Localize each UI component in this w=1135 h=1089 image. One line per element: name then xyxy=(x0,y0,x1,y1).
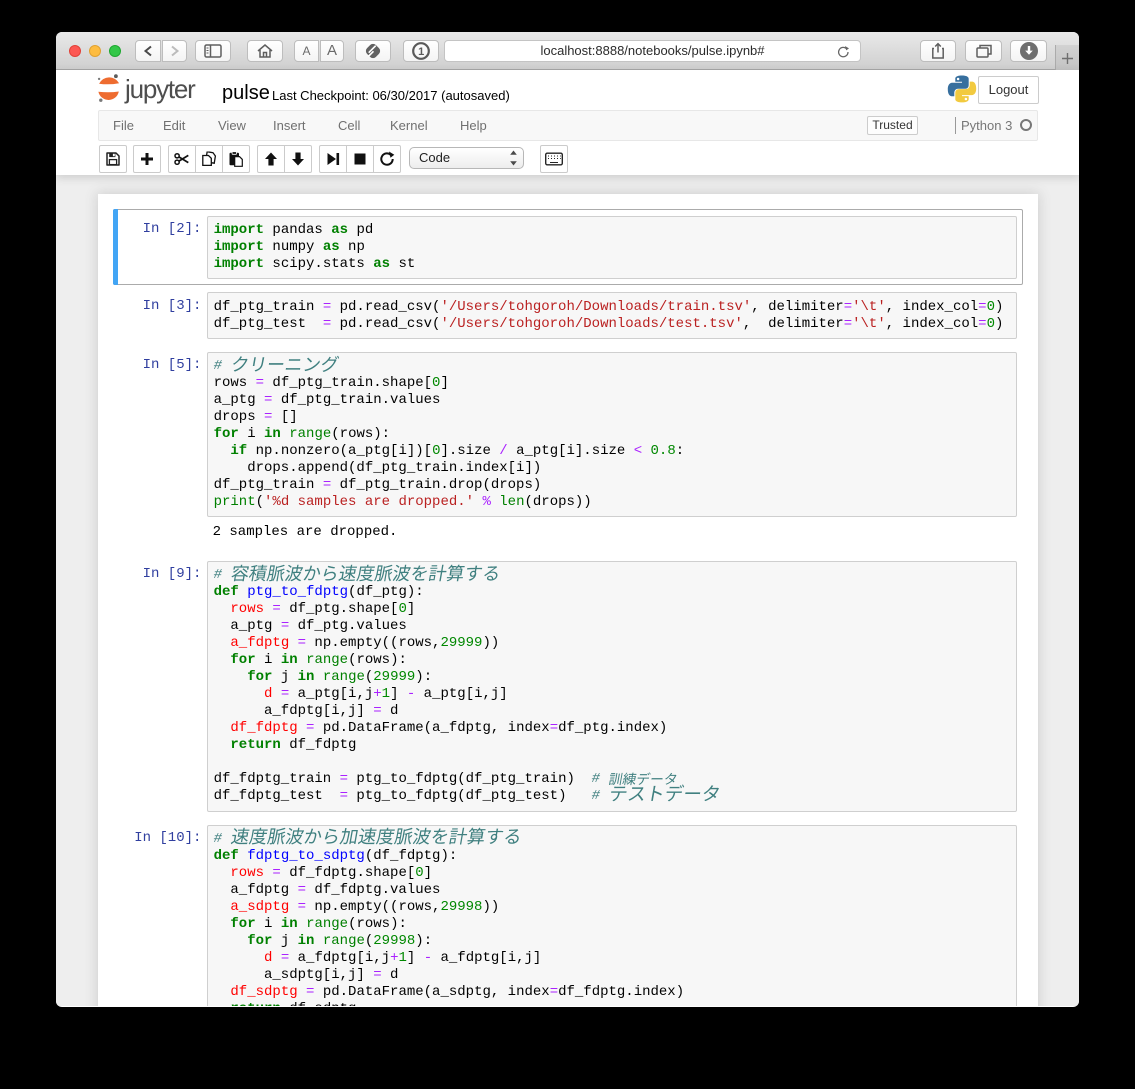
svg-text:1: 1 xyxy=(418,46,424,58)
